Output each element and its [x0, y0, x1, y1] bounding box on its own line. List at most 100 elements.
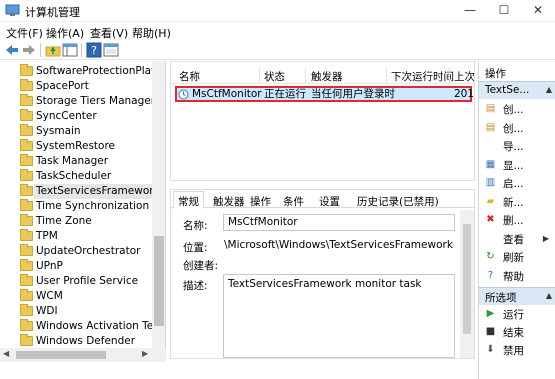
tab-actions[interactable]: 操作 [250, 194, 271, 209]
tree-item-label: User Profile Service [36, 275, 139, 287]
tree-item[interactable]: TPM [0, 229, 152, 244]
tree-item-label: TPM [36, 230, 58, 242]
tree-item-label: TaskScheduler [36, 170, 112, 182]
tree-item[interactable]: WCM [0, 289, 152, 304]
action-item[interactable]: 查看 ▶ [483, 231, 553, 247]
tree-item[interactable]: SoftwareProtectionPlatform [0, 64, 165, 79]
tree-item[interactable]: SystemRestore [0, 139, 152, 154]
tree-item[interactable]: Sysmain [0, 124, 152, 139]
detail-tabs: 常规 触发器 操作 条件 设置 历史记录(已禁用) [171, 190, 474, 209]
folder-icon [20, 79, 33, 91]
show-hide-console-icon[interactable] [62, 42, 78, 58]
description-field[interactable]: TextServicesFramework monitor task [223, 274, 455, 358]
action-item[interactable]: ▤ 创... [483, 101, 553, 117]
actions-header: 操作 [485, 68, 506, 80]
forward-arrow-icon[interactable] [21, 42, 37, 58]
action-item[interactable]: ▤ 创... [483, 120, 553, 136]
detail-vertical-scrollbar[interactable] [460, 210, 474, 358]
tree-item[interactable]: SyncCenter [0, 109, 152, 124]
menu-view[interactable]: 查看(V) [90, 25, 128, 41]
name-field[interactable]: MsCtfMonitor [223, 214, 455, 231]
collapse-up-icon[interactable]: ▲ [546, 291, 552, 300]
tree-item[interactable]: TextServicesFramework [0, 184, 162, 199]
tree-item[interactable]: TaskScheduler [0, 169, 152, 184]
tab-conditions[interactable]: 条件 [283, 194, 304, 209]
tree-item-label: UpdateOrchestrator [36, 245, 141, 257]
action-item[interactable]: 导... [483, 138, 553, 154]
actions-section-selected[interactable]: 所选项 ▲ [479, 287, 555, 305]
task-last-run: 2016 [454, 88, 475, 100]
svg-text:?: ? [91, 44, 97, 57]
tree-item[interactable]: Time Zone [0, 214, 152, 229]
action-item[interactable]: ▥ 启... [483, 175, 553, 191]
folder-icon [20, 304, 33, 316]
folder-icon [20, 214, 33, 226]
back-arrow-icon[interactable] [4, 42, 20, 58]
toolbar-separator [40, 43, 41, 57]
actions-section-textservices[interactable]: TextSe... ▲ [479, 81, 555, 99]
action-item[interactable]: ■ 结束 [483, 324, 553, 340]
run-icon: ▶ [486, 308, 495, 319]
tree-item[interactable]: Task Manager [0, 154, 152, 169]
column-name[interactable]: 名称 [179, 69, 200, 84]
action-label: 结束 [503, 327, 524, 339]
column-last-run[interactable]: 上次 [454, 69, 474, 84]
tree-vertical-scrollbar[interactable] [152, 61, 165, 348]
tree-item-label: SpacePort [36, 80, 89, 92]
tab-settings[interactable]: 设置 [319, 194, 340, 209]
up-folder-icon[interactable] [45, 42, 61, 58]
scroll-left-icon[interactable]: ◀ [3, 349, 9, 358]
tab-history[interactable]: 历史记录(已禁用) [357, 194, 439, 209]
action-item[interactable]: ? 帮助 [483, 268, 553, 284]
folder-icon [20, 259, 33, 271]
action-item[interactable]: ▶ 运行 [483, 306, 553, 322]
menu-action[interactable]: 操作(A) [46, 25, 84, 41]
menu-file[interactable]: 文件(F) [6, 25, 43, 41]
tab-general[interactable]: 常规 [173, 191, 204, 209]
detail-scroll-thumb[interactable] [463, 224, 471, 334]
maximize-button[interactable]: ☐ [487, 0, 521, 22]
tree-item[interactable]: Storage Tiers Management [0, 94, 165, 109]
tree-horizontal-scrollbar[interactable]: ◀ ▶ [0, 348, 166, 362]
tree-item[interactable]: UpdateOrchestrator [0, 244, 152, 259]
action-item[interactable]: ▦ 显... [483, 157, 553, 173]
scroll-right-icon[interactable]: ▶ [142, 349, 148, 358]
action-label: 运行 [503, 309, 524, 321]
title-bar: 计算机管理 — ☐ ✕ [0, 0, 555, 22]
folder-icon [20, 154, 33, 166]
close-button[interactable]: ✕ [521, 0, 555, 22]
action-item[interactable]: ⬇ 禁用 [483, 342, 553, 358]
tree-h-scroll-thumb[interactable] [16, 351, 106, 359]
tree-item-label: Storage Tiers Management [36, 95, 166, 107]
properties-icon[interactable] [103, 42, 119, 58]
tree-item[interactable]: SpacePort [0, 79, 152, 94]
folder-icon [20, 109, 33, 121]
column-next-run[interactable]: 下次运行时间 [391, 69, 454, 84]
table-row[interactable]: MsCtfMonitor 正在运行 当任何用户登录时 2016 [175, 86, 475, 102]
minimize-button[interactable]: — [453, 0, 487, 22]
column-status[interactable]: 状态 [264, 69, 285, 84]
menu-help[interactable]: 帮助(H) [132, 25, 171, 41]
action-item[interactable]: ✖ 删... [483, 212, 553, 228]
tree-item[interactable]: UPnP [0, 259, 152, 274]
tree-item-label: Windows Defender [36, 335, 136, 347]
action-label: 创... [503, 104, 524, 116]
tree-item[interactable]: User Profile Service [0, 274, 152, 289]
import-icon [485, 140, 496, 151]
tree-item[interactable]: Windows Defender [0, 334, 152, 348]
folder-icon [20, 124, 33, 136]
tree-scroll-thumb[interactable] [154, 236, 164, 326]
tree-item-label: Task Manager [36, 155, 109, 167]
tree-item[interactable]: Windows Activation Technologies [0, 319, 165, 334]
section-title: TextSe... [485, 84, 530, 96]
tab-triggers[interactable]: 触发器 [213, 194, 245, 209]
tree-item[interactable]: WDI [0, 304, 152, 319]
action-item[interactable]: ↻ 刷新 [483, 249, 553, 265]
tree-item-label: Time Synchronization [36, 200, 150, 212]
column-trigger[interactable]: 触发器 [311, 69, 343, 84]
action-item[interactable]: ▰ 新... [483, 194, 553, 210]
help-icon[interactable]: ? [86, 42, 102, 58]
collapse-up-icon[interactable]: ▲ [546, 85, 552, 94]
tree-item[interactable]: Time Synchronization [0, 199, 152, 214]
author-label: 创建者: [183, 260, 219, 272]
